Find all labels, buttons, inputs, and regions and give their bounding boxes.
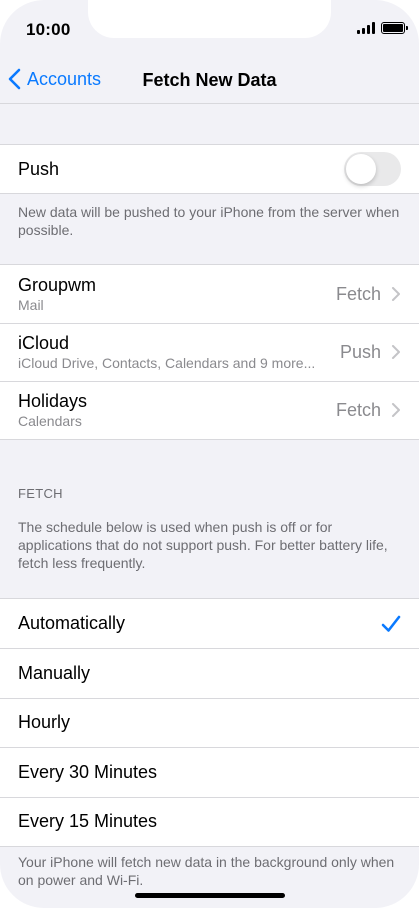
checkmark-icon	[381, 615, 401, 632]
account-fetch-value: Fetch	[335, 283, 381, 304]
push-toggle[interactable]	[344, 152, 401, 186]
account-detail: Calendars	[18, 413, 82, 429]
fetch-option-automatically[interactable]: Automatically	[0, 599, 419, 648]
fetch-option-every-30-minutes[interactable]: Every 30 Minutes	[0, 747, 419, 797]
push-label: Push	[18, 158, 60, 179]
account-fetch-value: Push	[339, 341, 381, 362]
navigation-bar: Accounts Fetch New Data	[0, 60, 419, 104]
fetch-option-hourly[interactable]: Hourly	[0, 698, 419, 747]
home-indicator[interactable]	[135, 893, 285, 898]
page-title: Fetch New Data	[142, 70, 277, 90]
phone-screen: 10:00 Accounts Fetch New Data Push New d…	[0, 0, 419, 908]
fetch-option-manually[interactable]: Manually	[0, 648, 419, 698]
accounts-group: Groupwm Mail Fetch iCloud iCloud Drive, …	[0, 264, 419, 440]
fetch-footnote: Your iPhone will fetch new data in the b…	[18, 854, 395, 888]
fetch-description: The schedule below is used when push is …	[18, 519, 388, 571]
account-name: iCloud	[18, 333, 70, 353]
account-name: Groupwm	[18, 275, 97, 295]
account-row-icloud[interactable]: iCloud iCloud Drive, Contacts, Calendars…	[0, 323, 419, 381]
push-group: Push	[0, 144, 419, 194]
cellular-signal-icon	[357, 22, 375, 34]
fetch-options-group: Automatically Manually Hourly Every 30 M…	[0, 598, 419, 847]
status-time: 10:00	[26, 20, 71, 39]
option-label: Every 30 Minutes	[18, 761, 158, 782]
fetch-section-header: FETCH	[18, 486, 63, 501]
battery-icon	[381, 22, 408, 34]
option-label: Automatically	[18, 613, 126, 633]
chevron-right-icon	[392, 403, 400, 417]
fetch-option-every-15-minutes[interactable]: Every 15 Minutes	[0, 797, 419, 846]
status-icons	[357, 22, 408, 34]
account-name: Holidays	[18, 391, 88, 411]
toggle-knob	[346, 154, 376, 184]
status-bar: 10:00	[0, 0, 419, 60]
account-row-holidays[interactable]: Holidays Calendars Fetch	[0, 381, 419, 439]
option-label: Manually	[18, 662, 91, 683]
option-label: Hourly	[18, 712, 71, 732]
chevron-right-icon	[392, 345, 400, 359]
push-row: Push	[0, 145, 419, 193]
account-detail: iCloud Drive, Contacts, Calendars and 9 …	[18, 355, 316, 371]
option-label: Every 15 Minutes	[18, 811, 158, 831]
account-fetch-value: Fetch	[335, 399, 381, 420]
notch	[88, 0, 331, 38]
push-footnote: New data will be pushed to your iPhone f…	[18, 204, 400, 238]
chevron-right-icon	[392, 287, 400, 301]
account-detail: Mail	[18, 297, 44, 313]
account-row-groupwm[interactable]: Groupwm Mail Fetch	[0, 265, 419, 323]
